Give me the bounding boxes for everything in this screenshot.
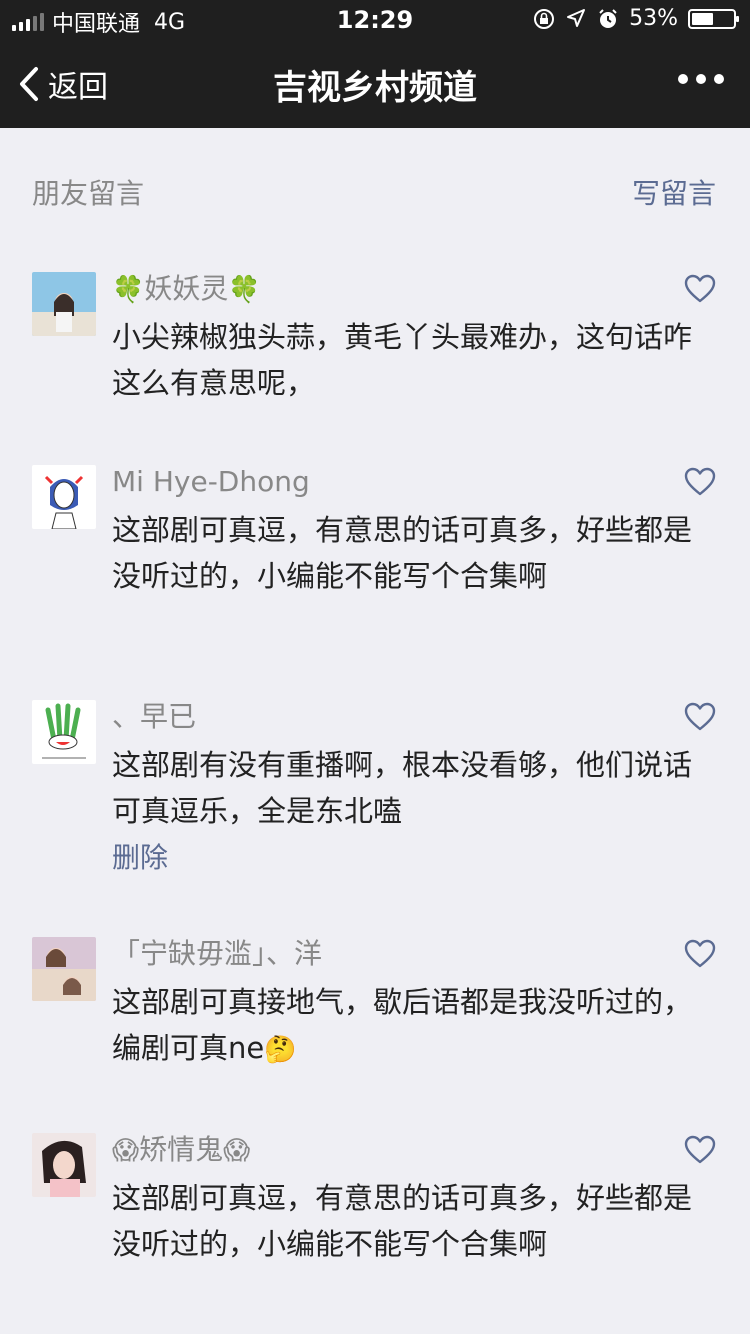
section-title: 朋友留言	[32, 177, 145, 210]
thinking-emoji: 🤔	[264, 1035, 297, 1065]
page-title: 吉视乡村频道	[273, 68, 477, 108]
avatar[interactable]	[32, 700, 96, 764]
avatar[interactable]	[32, 1133, 96, 1197]
comment-nickname: 😱矫情鬼😱	[112, 1133, 250, 1168]
top-bar: 中国联通 4G 12:29 53% 返回 吉视乡村频道	[0, 0, 750, 128]
more-button[interactable]	[678, 74, 724, 84]
more-dot	[678, 74, 688, 84]
battery-icon	[688, 8, 739, 29]
comments-header: 朋友留言 写留言	[0, 128, 750, 248]
more-dot	[714, 74, 724, 84]
comment-text: 这部剧有没有重播啊，根本没看够，他们说话可真逗乐，全是东北嗑	[112, 748, 693, 828]
comment-nickname: Mi Hye-Dhong	[112, 465, 310, 498]
comment-text-body: 这部剧可真接地气，歇后语都是我没听过的，编剧可真ne	[112, 985, 693, 1065]
avatar[interactable]	[32, 272, 96, 336]
heart-icon[interactable]	[684, 467, 716, 497]
screaming-emoji: 😱	[112, 1136, 140, 1166]
write-comment-button[interactable]: 写留言	[632, 172, 716, 212]
alarm-clock-icon	[597, 8, 619, 30]
comment-text: 这部剧可真接地气，歇后语都是我没听过的，编剧可真ne🤔	[112, 979, 692, 1073]
comment-text: 小尖辣椒独头蒜，黄毛丫头最难办，这句话咋这么有意思呢，	[112, 320, 693, 400]
delete-button[interactable]: 删除	[112, 836, 168, 876]
nickname-text: 矫情鬼	[139, 1133, 224, 1166]
avatar[interactable]	[32, 465, 96, 529]
nickname-text: 妖妖灵	[144, 272, 229, 305]
status-bar: 中国联通 4G 12:29 53%	[0, 0, 750, 40]
clover-emoji: 🍀	[112, 275, 145, 305]
heart-icon[interactable]	[684, 702, 716, 732]
heart-icon[interactable]	[684, 939, 716, 969]
location-arrow-icon	[565, 8, 587, 30]
nav-bar: 返回 吉视乡村频道	[0, 40, 750, 128]
comment-nickname: 🍀妖妖灵🍀	[112, 272, 261, 307]
more-dot	[696, 74, 706, 84]
heart-icon[interactable]	[684, 274, 716, 304]
battery-fill	[692, 12, 713, 25]
comment-nickname: 、早已	[112, 700, 197, 733]
comment-text: 这部剧可真逗，有意思的话可真多，好些都是没听过的，小编能不能写个合集啊	[112, 513, 693, 593]
status-right: 53%	[533, 6, 739, 31]
comment-nickname: 「宁缺毋滥」、洋	[112, 937, 323, 970]
battery-percent: 53%	[629, 6, 678, 31]
avatar[interactable]	[32, 937, 96, 1001]
comment-text: 这部剧可真逗，有意思的话可真多，好些都是没听过的，小编能不能写个合集啊	[112, 1181, 693, 1261]
clover-emoji: 🍀	[228, 275, 261, 305]
orientation-lock-icon	[533, 8, 555, 30]
screaming-emoji: 😱	[223, 1136, 251, 1166]
heart-icon[interactable]	[684, 1135, 716, 1165]
